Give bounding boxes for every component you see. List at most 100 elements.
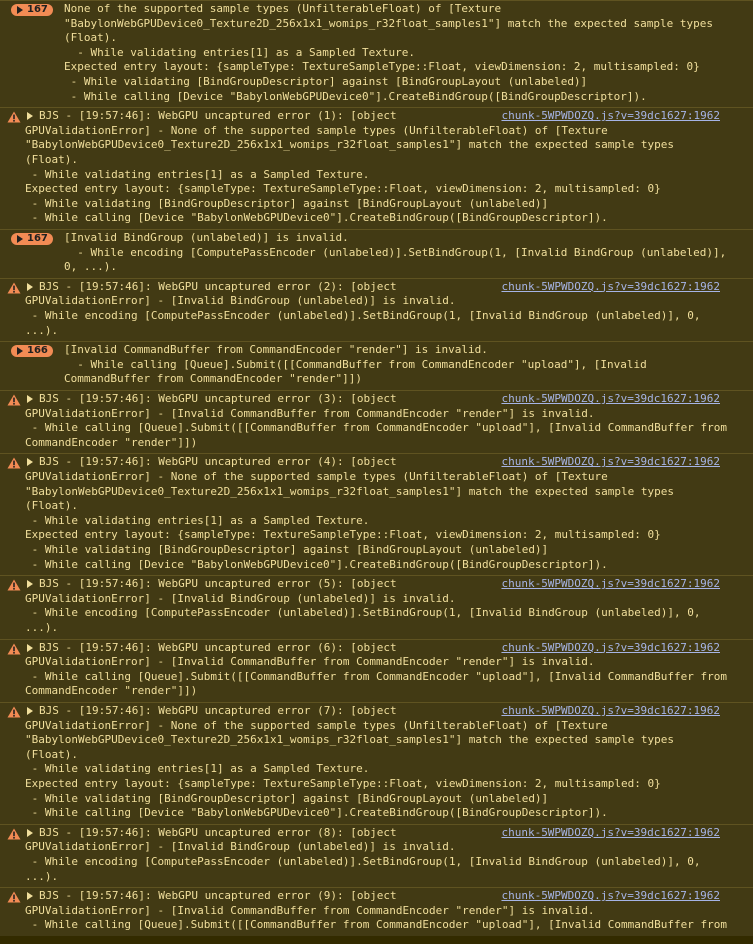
repeat-count: 167 [27,4,48,15]
message-text-line: GPUValidationError] - None of the suppor… [25,718,608,732]
warning-icon [7,891,21,903]
message-text-line: - While calling [Queue].Submit([[Command… [25,918,727,932]
message-text-line: ...). [25,323,59,337]
message-text-line: BJS - [19:57:46]: WebGPU uncaptured erro… [39,279,397,293]
expand-triangle-icon[interactable] [27,580,33,589]
warning-message-entry[interactable]: chunk-5WPWDOZQ.js?v=39dc1627:1962 BJS - [… [0,823,753,888]
message-text-line: - While validating entries[1] as a Sampl… [25,167,370,181]
triangle-right-icon [17,6,23,14]
message-text-line: - While encoding [ComputePassEncoder (un… [64,245,727,259]
message-text-line: - While calling [Device "BabylonWebGPUDe… [25,557,608,571]
message-text-line: Expected entry layout: {sampleType: Text… [25,528,661,542]
message-text-line: BJS - [19:57:46]: WebGPU uncaptured erro… [39,889,397,903]
expand-triangle-icon[interactable] [27,282,33,291]
triangle-right-icon [17,347,23,356]
message-text-line: GPUValidationError] - [Invalid CommandBu… [25,655,595,669]
message-text-line: - While validating entries[1] as a Sampl… [64,45,415,59]
source-link[interactable]: chunk-5WPWDOZQ.js?v=39dc1627:1962 [501,280,720,295]
repeat-count: 167 [27,233,48,244]
message-text-line: GPUValidationError] - [Invalid CommandBu… [25,903,595,917]
message-text-line: 0, ...). [64,260,117,274]
message-text-line: - While encoding [ComputePassEncoder (un… [25,606,701,620]
message-text-line: GPUValidationError] - [Invalid CommandBu… [25,406,595,420]
message-text-line: Expected entry layout: {sampleType: Text… [25,777,661,790]
message-text-line: None of the supported sample types (Unfi… [64,2,502,15]
message-text-line: (Float). [25,152,78,166]
message-text-line: BJS - [19:57:46]: WebGPU uncaptured erro… [39,109,397,123]
message-text-line: CommandEncoder "render"]]) [25,435,198,449]
warning-icon [7,828,21,840]
message-text-line: BJS - [19:57:46]: WebGPU uncaptured erro… [39,825,397,839]
message-text-line: "BabylonWebGPUDevice0_Texture2D_256x1x1_… [64,16,714,30]
warning-message-entry[interactable]: chunk-5WPWDOZQ.js?v=39dc1627:1962 BJS - [… [0,107,753,229]
message-text-line: GPUValidationError] - None of the suppor… [25,123,608,137]
warning-icon [7,579,21,591]
source-link[interactable]: chunk-5WPWDOZQ.js?v=39dc1627:1962 [501,889,720,904]
warning-message-entry[interactable]: chunk-5WPWDOZQ.js?v=39dc1627:1962 BJS - [… [0,887,753,936]
message-text-line: - While calling [Device "BabylonWebGPUDe… [64,89,647,103]
repeat-count-badge[interactable]: 167 [11,233,53,245]
message-text-line: BJS - [19:57:46]: WebGPU uncaptured erro… [39,577,397,591]
warning-icon [7,394,21,406]
grouped-message-entry[interactable]: 167 None of the supported sample types (U… [0,0,753,108]
message-text-line: "BabylonWebGPUDevice0_Texture2D_256x1x1_… [25,138,675,152]
message-text-line: "BabylonWebGPUDevice0_Texture2D_256x1x1_… [25,484,675,498]
message-text-line: GPUValidationError] - [Invalid BindGroup… [25,840,456,854]
message-text-line: - While calling [Device "BabylonWebGPUDe… [25,806,608,820]
message-text-line: Expected entry layout: {sampleType: Text… [64,60,700,74]
message-text-line: - While validating [BindGroupDescriptor]… [25,791,549,805]
expand-triangle-icon[interactable] [27,892,33,901]
message-text-line: GPUValidationError] - [Invalid BindGroup… [25,591,456,605]
message-text-line: BJS - [19:57:46]: WebGPU uncaptured erro… [39,455,397,469]
message-text-line: - While encoding [ComputePassEncoder (un… [25,308,701,322]
source-link[interactable]: chunk-5WPWDOZQ.js?v=39dc1627:1962 [501,392,720,407]
source-link[interactable]: chunk-5WPWDOZQ.js?v=39dc1627:1962 [501,826,720,841]
message-text-line: BJS - [19:57:46]: WebGPU uncaptured erro… [39,640,397,654]
expand-triangle-icon[interactable] [27,828,33,837]
repeat-count-badge[interactable]: 166 [11,345,53,358]
message-text-line: - While calling [Queue].Submit([[Command… [25,421,727,435]
source-link[interactable]: chunk-5WPWDOZQ.js?v=39dc1627:1962 [501,641,720,656]
warning-message-entry[interactable]: chunk-5WPWDOZQ.js?v=39dc1627:1962 BJS - [… [0,638,753,702]
warning-message-entry[interactable]: chunk-5WPWDOZQ.js?v=39dc1627:1962 BJS - [… [0,702,753,824]
expand-triangle-icon[interactable] [27,643,33,652]
repeat-count: 166 [27,345,48,357]
message-text-line: [Invalid CommandBuffer from CommandEncod… [64,343,488,357]
expand-triangle-icon[interactable] [27,707,33,715]
message-text-line: - While validating entries[1] as a Sampl… [25,513,370,527]
source-link[interactable]: chunk-5WPWDOZQ.js?v=39dc1627:1962 [501,455,720,470]
grouped-message-entry[interactable]: 167 [Invalid BindGroup (unlabeled)] is in… [0,229,753,278]
expand-triangle-icon[interactable] [27,395,33,403]
warning-message-entry[interactable]: chunk-5WPWDOZQ.js?v=39dc1627:1962 BJS - [… [0,390,753,454]
expand-triangle-icon[interactable] [27,458,33,467]
message-text-line: - While encoding [ComputePassEncoder (un… [25,854,701,868]
triangle-right-icon [17,235,23,243]
expand-triangle-icon[interactable] [27,112,33,121]
warning-message-entry[interactable]: chunk-5WPWDOZQ.js?v=39dc1627:1962 BJS - [… [0,575,753,639]
message-text-line: - While calling [Queue].Submit([[Command… [64,357,647,371]
console-messages-panel: 167 None of the supported sample types (U… [0,0,753,944]
source-link[interactable]: chunk-5WPWDOZQ.js?v=39dc1627:1962 [501,577,720,592]
repeat-count-badge[interactable]: 167 [11,4,53,16]
message-text-line: GPUValidationError] - [Invalid BindGroup… [25,294,456,308]
warning-message-entry[interactable]: chunk-5WPWDOZQ.js?v=39dc1627:1962 BJS - [… [0,277,753,342]
warning-icon [7,706,21,718]
message-text-line: GPUValidationError] - None of the suppor… [25,469,608,483]
warning-icon [7,643,21,655]
warning-icon [7,282,21,294]
source-link[interactable]: chunk-5WPWDOZQ.js?v=39dc1627:1962 [501,704,720,719]
message-text-line: BJS - [19:57:46]: WebGPU uncaptured erro… [39,704,397,717]
message-text-line: - While validating [BindGroupDescriptor]… [25,542,549,556]
warning-message-entry[interactable]: chunk-5WPWDOZQ.js?v=39dc1627:1962 BJS - [… [0,453,753,576]
grouped-message-entry[interactable]: 166 [Invalid CommandBuffer from CommandEn… [0,341,753,390]
message-text-line: - While calling [Device "BabylonWebGPUDe… [25,211,608,225]
message-text-line: BJS - [19:57:46]: WebGPU uncaptured erro… [39,392,397,405]
source-link[interactable]: chunk-5WPWDOZQ.js?v=39dc1627:1962 [501,109,720,124]
warning-icon [7,457,21,469]
message-text-line: - While validating entries[1] as a Sampl… [25,762,370,776]
message-text-line: - While validating [BindGroupDescriptor]… [25,196,549,210]
message-text-line: Expected entry layout: {sampleType: Text… [25,182,661,196]
message-text-line: ...). [25,620,59,634]
message-text-line: [Invalid BindGroup (unlabeled)] is inval… [64,231,349,244]
message-text-line: ...). [25,869,59,883]
